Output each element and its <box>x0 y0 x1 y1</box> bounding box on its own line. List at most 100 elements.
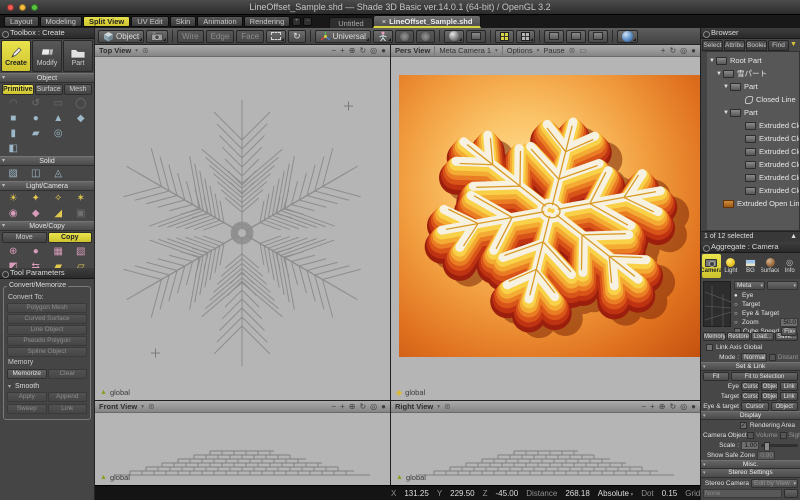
cone-primitive-icon[interactable]: ▲ <box>47 111 70 126</box>
viewport-settings-icon[interactable]: ⊛ <box>569 46 576 55</box>
viewport-title[interactable]: Top View <box>99 46 131 55</box>
browser-header[interactable]: Browser <box>701 28 800 39</box>
camera-preview[interactable] <box>703 281 731 327</box>
viewport-settings-icon[interactable]: ⊛ <box>444 402 451 411</box>
halfcube-primitive-icon[interactable]: ◧ <box>2 141 25 156</box>
rotate-view-button[interactable]: ↻ <box>359 402 366 411</box>
tab-primitive[interactable]: Primitive <box>2 84 34 95</box>
doc-tab-untitled[interactable]: Untitled <box>329 17 372 28</box>
coordinate-space-label[interactable]: ▲global <box>396 473 426 482</box>
tab-copy[interactable]: Copy <box>48 232 93 243</box>
tab-move[interactable]: Move <box>2 232 47 243</box>
scale-copy-icon[interactable]: ▦ <box>47 244 70 259</box>
tab-info[interactable]: ◎Info <box>780 254 799 278</box>
display-section-header[interactable]: Display <box>701 411 800 420</box>
zoom-out-button[interactable]: − <box>331 402 336 411</box>
viewport-title[interactable]: Pers View <box>395 46 430 55</box>
top-view-canvas[interactable] <box>95 57 390 400</box>
target-cursor-button[interactable]: Cursor <box>741 392 759 401</box>
rotate-tool-button[interactable]: ↻ <box>288 30 306 43</box>
solid-tool-icon[interactable]: ◬ <box>47 166 70 181</box>
target-link-button[interactable]: Link <box>780 392 798 401</box>
tree-item-extruded-open-line[interactable]: Extruded Open Line <box>707 197 799 210</box>
memory-button[interactable]: Memory <box>703 332 726 341</box>
disclosure-icon[interactable]: ▼ <box>722 84 730 90</box>
magnify-button[interactable]: ◎ <box>680 402 687 411</box>
plane-primitive-icon[interactable]: ▰ <box>25 126 48 141</box>
solid-section-header[interactable]: Solid <box>0 156 94 166</box>
add-workspace-button[interactable]: + <box>292 17 301 26</box>
pan-button[interactable]: ⊕ <box>349 402 356 411</box>
tree-item-root-part[interactable]: ▼Root Part <box>707 54 799 67</box>
orbit-button[interactable]: ● <box>691 402 696 411</box>
fit-to-selection-button[interactable]: Fit to Selection <box>731 372 798 381</box>
close-window-button[interactable] <box>7 4 14 11</box>
mode-dropdown[interactable]: Normal <box>741 353 767 362</box>
tab-layout[interactable]: Layout <box>4 16 39 27</box>
tree-item-extruded-closed[interactable]: Extruded Closed <box>707 119 799 132</box>
eye-target-cursor-button[interactable]: Cursor <box>741 402 769 411</box>
rendering-area-checkbox[interactable]: ✓ <box>740 422 747 429</box>
directional-light-icon[interactable]: ◆ <box>25 206 48 221</box>
joint-tool-button[interactable] <box>395 30 414 43</box>
safe-zone-field[interactable]: 0.90 <box>757 451 775 460</box>
orbit-button[interactable]: ● <box>381 46 386 55</box>
rect-tool-icon[interactable]: ▭ <box>47 96 70 111</box>
zoom-window-button[interactable] <box>31 4 38 11</box>
restore-button[interactable]: Restore <box>727 332 750 341</box>
tree-item-snow-part[interactable]: ▼雪パート <box>707 67 799 80</box>
magnify-button[interactable]: ◎ <box>680 46 687 55</box>
point-light-icon[interactable]: ✦ <box>25 191 48 206</box>
tab-surface[interactable]: Surface <box>761 254 780 278</box>
tab-bg[interactable]: BG <box>741 254 760 278</box>
texture-mode-button[interactable] <box>466 30 486 43</box>
convert-spline-object-button[interactable]: Spline Object <box>7 347 87 357</box>
tree-item-extruded-closed[interactable]: Extruded Closed <box>707 158 799 171</box>
tree-item-part[interactable]: ▼Part <box>707 80 799 93</box>
stereo-none-field[interactable]: None <box>703 489 782 498</box>
curve-tool-icon[interactable]: ↺ <box>25 96 48 111</box>
fix-dropdown[interactable]: Fix <box>781 327 797 336</box>
face-select-button[interactable]: Face <box>236 30 264 43</box>
minimize-window-button[interactable] <box>19 4 26 11</box>
tree-item-extruded-closed[interactable]: Extruded Closed <box>707 184 799 197</box>
scale-slider[interactable] <box>761 444 798 447</box>
tree-item-part[interactable]: ▼Part <box>707 106 799 119</box>
tab-attributes[interactable]: Attributes <box>724 40 745 51</box>
area-light-icon[interactable]: ✶ <box>70 191 93 206</box>
tab-rendering[interactable]: Rendering <box>244 16 291 27</box>
tab-boolean[interactable]: Boolean <box>746 40 767 51</box>
link-button[interactable]: Link <box>48 404 88 414</box>
camera-selector[interactable]: Meta Camera 1 <box>439 46 491 55</box>
movecopy-section-header[interactable]: Move/Copy <box>0 221 94 231</box>
tool-parameters-header[interactable]: Tool Parameters <box>0 268 94 279</box>
toolbox-header[interactable]: Toolbox : Create <box>0 28 94 39</box>
tree-item-extruded-closed[interactable]: Extruded Closed <box>707 132 799 145</box>
orbit-button[interactable]: ● <box>381 402 386 411</box>
perspective-viewport[interactable]: Pers View Meta Camera 1 ▾ Options ▾ Paus… <box>391 45 700 400</box>
part-mode-button[interactable]: Part <box>63 40 93 72</box>
lock-icon[interactable]: ▲ <box>790 232 797 242</box>
zoom-in-button[interactable]: + <box>650 402 655 411</box>
camera-view-button[interactable] <box>566 30 586 43</box>
load-button[interactable]: Load... <box>751 332 774 341</box>
tab-animation[interactable]: Animation <box>197 16 242 27</box>
pan-button[interactable]: ⊕ <box>349 46 356 55</box>
distant-checkbox[interactable] <box>769 354 776 361</box>
eye-target-object-button[interactable]: Object <box>771 402 799 411</box>
pause-button[interactable]: Pause <box>543 46 564 55</box>
scale-field[interactable]: 1.00 <box>741 441 759 450</box>
axis-display-button[interactable] <box>588 30 608 43</box>
aggregate-header[interactable]: Aggregate : Camera <box>701 242 800 253</box>
tree-item-extruded-closed[interactable]: Extruded Closed <box>707 171 799 184</box>
object-section-header[interactable]: Object <box>0 73 94 83</box>
shading-mode-button[interactable] <box>444 30 464 43</box>
marquee-select-button[interactable] <box>266 30 286 43</box>
doc-tab-active[interactable]: ×LineOffset_Sample.shd <box>373 15 482 28</box>
grid-toggle-button[interactable] <box>544 30 564 43</box>
ik-tool-button[interactable] <box>416 30 435 43</box>
options-menu[interactable]: Options <box>507 46 533 55</box>
coordinate-space-label[interactable]: ▲global <box>100 473 130 482</box>
volume-checkbox[interactable] <box>747 432 754 439</box>
tab-skin[interactable]: Skin <box>170 16 197 27</box>
